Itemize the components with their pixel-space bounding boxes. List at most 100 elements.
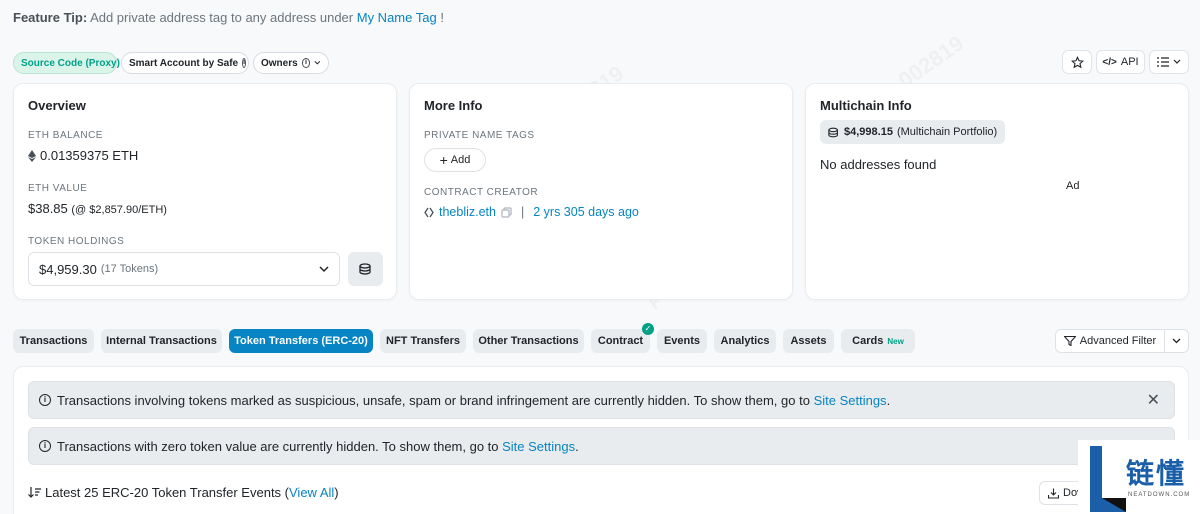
- info-icon: i: [242, 58, 247, 68]
- eth-value: $38.85 (@ $2,857.90/ETH): [28, 201, 167, 216]
- code-icon: </>: [1102, 56, 1117, 68]
- token-holdings-count: (17 Tokens): [100, 263, 159, 275]
- creator-address-link[interactable]: thebliz.eth: [439, 205, 496, 219]
- plus-icon: +: [439, 152, 448, 168]
- eth-value-rate: (@ $2,857.90/ETH): [71, 204, 167, 216]
- smart-account-badge[interactable]: Smart Account by Safe i: [121, 52, 249, 74]
- eth-balance-label: ETH BALANCE: [28, 130, 103, 141]
- info-icon: i: [301, 58, 311, 68]
- tab-label: NFT Transfers: [386, 335, 460, 347]
- filter-icon: [1063, 336, 1076, 346]
- overview-card: Overview ETH BALANCE 0.01359375 ETH ETH …: [13, 83, 397, 300]
- portfolio-label: (Multichain Portfolio): [896, 126, 998, 138]
- close-icon[interactable]: ✕: [1147, 393, 1160, 409]
- list-options-button[interactable]: [1149, 50, 1189, 74]
- advanced-filter-label: Advanced Filter: [1079, 335, 1157, 347]
- new-badge: New: [887, 336, 904, 346]
- my-name-tag-link[interactable]: My Name Tag: [357, 10, 437, 25]
- token-holdings-label: TOKEN HOLDINGS: [28, 236, 125, 247]
- eth-value-label: ETH VALUE: [28, 183, 88, 194]
- feature-tip: Feature Tip: Add private address tag to …: [13, 10, 444, 25]
- tab-label: Events: [663, 335, 701, 347]
- owners-label: Owners: [261, 57, 298, 69]
- tab-label: Token Transfers (ERC-20): [234, 335, 368, 347]
- source-code-badge[interactable]: Source Code (Proxy): [13, 52, 120, 74]
- eth-balance-value: 0.01359375 ETH: [28, 148, 138, 163]
- events-header: Latest 25 ERC-20 Token Transfer Events (…: [28, 485, 339, 500]
- feature-tip-label: Feature Tip:: [13, 10, 88, 25]
- token-holdings-value: $4,959.30: [39, 261, 97, 277]
- tab-label: Internal Transactions: [106, 335, 217, 347]
- no-addresses-text: No addresses found: [820, 157, 937, 172]
- events-header-text: Latest 25 ERC-20 Token Transfer Events (: [45, 485, 289, 500]
- tab-label: Cards: [852, 335, 884, 347]
- favorite-button[interactable]: [1062, 50, 1092, 74]
- contract-creator-row: thebliz.eth | 2 yrs 305 days ago: [424, 205, 639, 219]
- zero-value-alert: i Transactions with zero token value are…: [28, 427, 1175, 465]
- coins-stack-icon: [358, 263, 371, 275]
- eth-balance-amount: 0.01359375 ETH: [40, 148, 139, 163]
- verified-check-icon: ✓: [642, 323, 654, 335]
- copy-icon[interactable]: [501, 206, 512, 218]
- info-icon: i: [39, 394, 51, 406]
- private-name-tags-label: PRIVATE NAME TAGS: [424, 130, 535, 141]
- coins-stack-icon: [828, 127, 838, 137]
- api-button[interactable]: </> API: [1096, 50, 1145, 74]
- advanced-filter-dropdown[interactable]: [1164, 329, 1189, 353]
- brand-name: 链懂: [1126, 458, 1187, 489]
- multichain-portfolio-badge[interactable]: $4,998.15 (Multichain Portfolio): [820, 120, 1006, 144]
- tab-contract[interactable]: Contract ✓: [591, 323, 654, 353]
- tab-label: Transactions: [19, 335, 88, 347]
- site-settings-link[interactable]: Site Settings: [502, 439, 575, 454]
- contract-creator-label: CONTRACT CREATOR: [424, 187, 539, 198]
- site-settings-link[interactable]: Site Settings: [814, 393, 887, 408]
- add-label: Add: [450, 154, 471, 166]
- chevron-down-icon: [1172, 338, 1181, 344]
- tab-label: Analytics: [720, 335, 770, 347]
- more-info-title: More Info: [424, 98, 483, 113]
- tab-nft-transfers[interactable]: NFT Transfers: [380, 329, 466, 353]
- tab-events[interactable]: Events: [657, 329, 707, 353]
- tab-internal-transactions[interactable]: Internal Transactions: [101, 329, 222, 353]
- token-holdings-button[interactable]: [348, 252, 383, 286]
- alert-text: Transactions involving tokens marked as …: [57, 392, 891, 408]
- tab-transactions[interactable]: Transactions: [13, 329, 94, 353]
- multichain-title: Multichain Info: [820, 98, 912, 113]
- sort-icon: [28, 487, 41, 498]
- overview-title: Overview: [28, 98, 86, 113]
- tab-assets[interactable]: Assets: [783, 329, 834, 353]
- owners-dropdown[interactable]: Owners i: [253, 52, 329, 74]
- eth-value-amount: $38.85: [28, 201, 68, 216]
- tab-other-transactions[interactable]: Other Transactions: [473, 329, 584, 353]
- tab-analytics[interactable]: Analytics: [714, 329, 776, 353]
- more-info-card: More Info PRIVATE NAME TAGS + Add CONTRA…: [409, 83, 793, 300]
- tab-label: Assets: [790, 335, 827, 347]
- tab-label: Other Transactions: [478, 335, 579, 347]
- chevron-down-icon: [314, 60, 321, 65]
- portfolio-value: $4,998.15: [844, 126, 893, 138]
- advanced-filter-button[interactable]: Advanced Filter: [1055, 329, 1165, 353]
- chevron-down-icon: [1173, 59, 1181, 64]
- info-icon: i: [39, 440, 51, 452]
- tab-label: Contract: [597, 335, 644, 347]
- chevron-down-icon: [319, 265, 329, 272]
- separator: |: [520, 205, 525, 219]
- ethereum-icon: [28, 149, 36, 162]
- multichain-card: Multichain Info $4,998.15 (Multichain Po…: [805, 83, 1189, 300]
- smart-account-label: Smart Account by Safe: [129, 57, 239, 69]
- alert-text: Transactions with zero token value are c…: [57, 438, 579, 454]
- ad-label: Ad: [1066, 180, 1080, 192]
- add-name-tag-button[interactable]: + Add: [424, 148, 486, 172]
- brand-domain: NEATDOWN.COM: [1128, 492, 1191, 498]
- contract-icon: [424, 207, 434, 217]
- token-holdings-dropdown[interactable]: $4,959.30 (17 Tokens): [28, 252, 340, 286]
- feature-tip-text: Add private address tag to any address u…: [87, 10, 357, 25]
- tab-cards[interactable]: Cards New: [841, 329, 915, 353]
- suspicious-tokens-alert: i Transactions involving tokens marked a…: [28, 381, 1175, 419]
- list-icon: [1157, 57, 1169, 67]
- api-label: API: [1120, 56, 1139, 68]
- tab-token-transfers[interactable]: Token Transfers (ERC-20): [229, 329, 373, 353]
- brand-logo: 链懂 NEATDOWN.COM: [1078, 440, 1200, 514]
- creation-tx-link[interactable]: 2 yrs 305 days ago: [533, 205, 639, 219]
- view-all-link[interactable]: View All: [289, 485, 334, 500]
